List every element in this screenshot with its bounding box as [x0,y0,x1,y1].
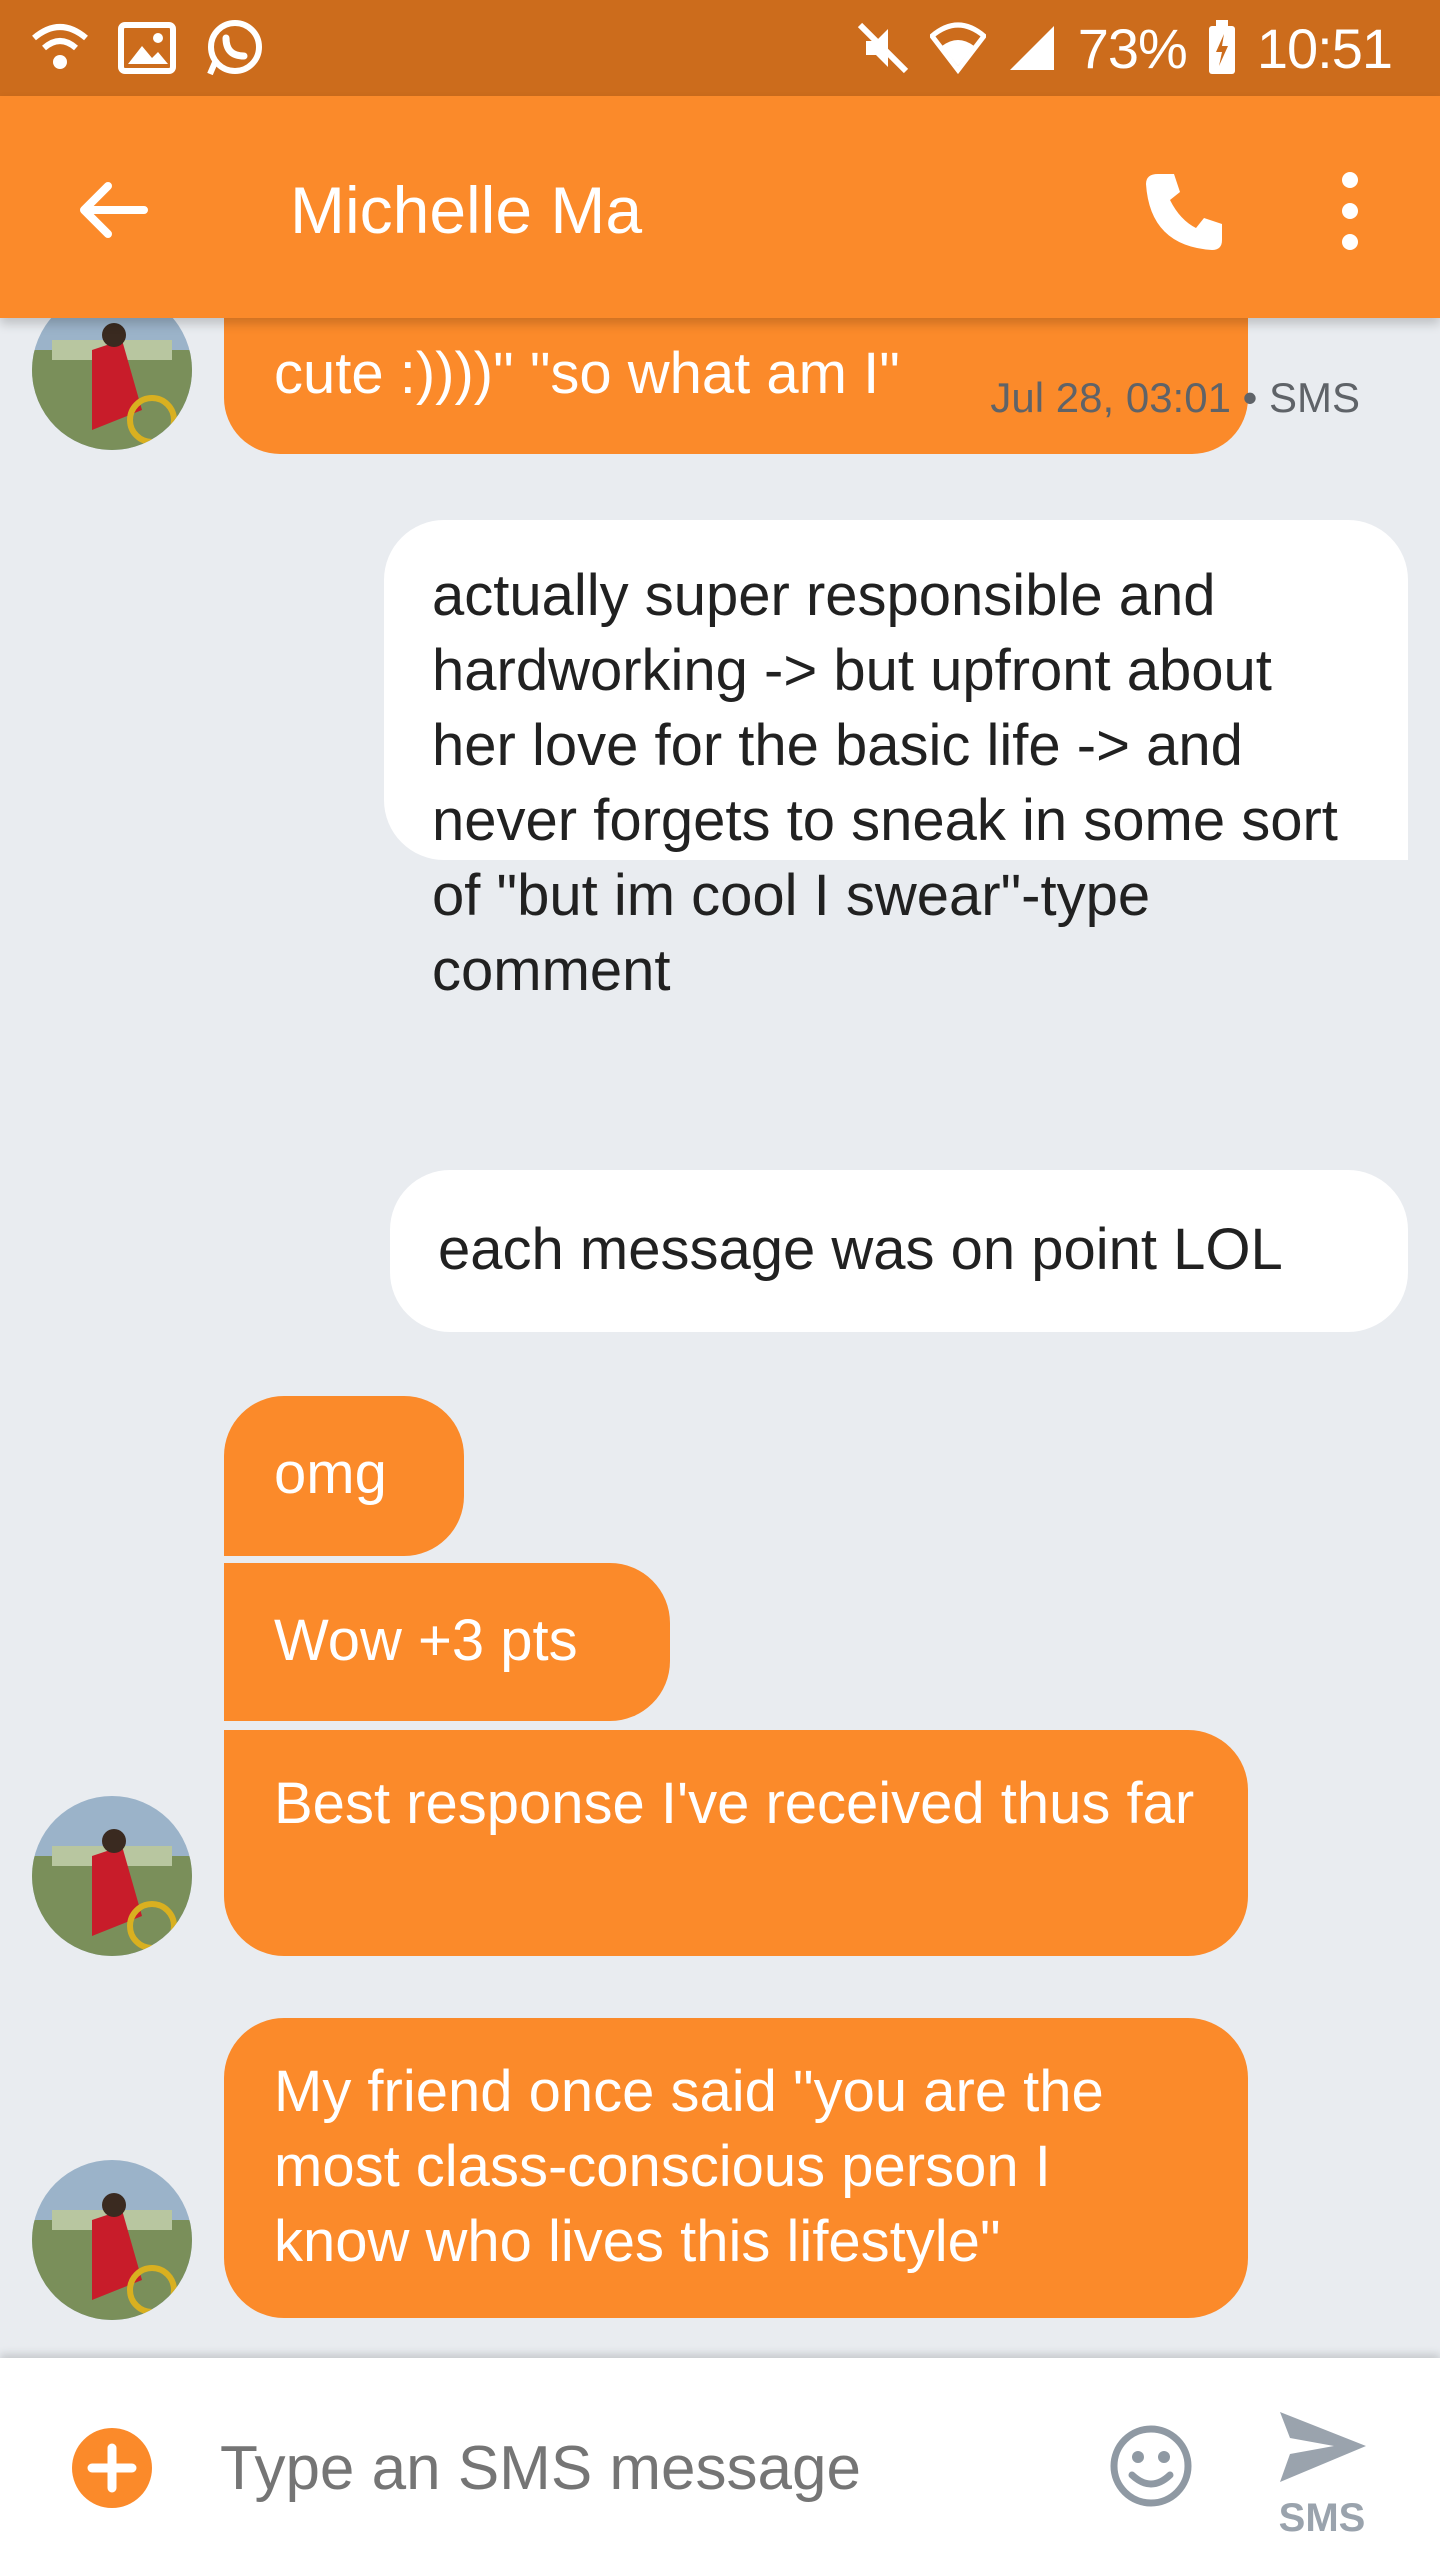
message-bubble-outgoing[interactable]: actually super responsible and hardworki… [384,520,1408,1003]
send-button[interactable]: SMS [1262,2400,1382,2540]
avatar[interactable] [32,2160,192,2320]
wifi-call-icon [30,22,90,74]
message-bubble-incoming[interactable]: My friend once said "you are the most cl… [224,2018,1248,2318]
clock: 10:51 [1256,16,1393,80]
message-bubble-incoming[interactable]: Best response I've received thus far [224,1730,1248,1956]
more-vert-icon [1342,172,1358,250]
message-list[interactable]: cute :))))" "so what am I" actually supe… [0,318,1440,2358]
message-composer: SMS [0,2358,1440,2560]
message-timestamp: Jul 28, 03:01 • SMS [990,374,1360,421]
message-bubble-incoming[interactable]: omg [224,1396,464,1556]
whatsapp-icon [204,18,264,78]
status-left-icons [30,18,264,78]
send-icon [1280,2412,1366,2482]
message-text: omg [274,1441,387,1506]
wifi-icon [929,22,986,74]
more-options-button[interactable] [1320,166,1380,256]
message-input[interactable] [220,2418,1060,2518]
message-text: Best response I've received thus far [274,1771,1195,1836]
avatar[interactable] [32,318,192,450]
mute-icon [856,21,910,75]
send-label: SMS [1278,2496,1366,2540]
emoji-button[interactable] [1108,2423,1194,2509]
message-text: cute :))))" "so what am I" [274,341,900,406]
message-text: Wow +3 pts [274,1608,578,1673]
status-right-icons: 73% 10:51 [856,14,1393,82]
app-bar: Michelle Ma [0,96,1440,318]
plus-icon [87,2443,137,2493]
message-text: My friend once said "you are the most cl… [274,2059,1104,2274]
status-bar: 73% 10:51 [0,0,1440,96]
message-text: each message was on point LOL [438,1217,1283,1282]
message-text: actually super responsible and hardworki… [432,563,1338,1003]
smiley-icon [1110,2425,1192,2507]
battery-percent: 73% [1077,16,1188,80]
call-button[interactable] [1140,166,1230,256]
phone-icon [1146,174,1222,250]
avatar[interactable] [32,1796,192,1956]
battery-icon [1207,20,1237,76]
message-bubble-incoming[interactable]: Wow +3 pts [224,1563,670,1721]
back-button[interactable] [70,166,158,254]
image-icon [118,22,176,74]
message-bubble-outgoing[interactable]: each message was on point LOL [390,1170,1408,1332]
attach-button[interactable] [72,2428,152,2508]
arrow-left-icon [80,182,148,238]
signal-icon [1006,22,1058,74]
conversation-title: Michelle Ma [290,173,643,247]
